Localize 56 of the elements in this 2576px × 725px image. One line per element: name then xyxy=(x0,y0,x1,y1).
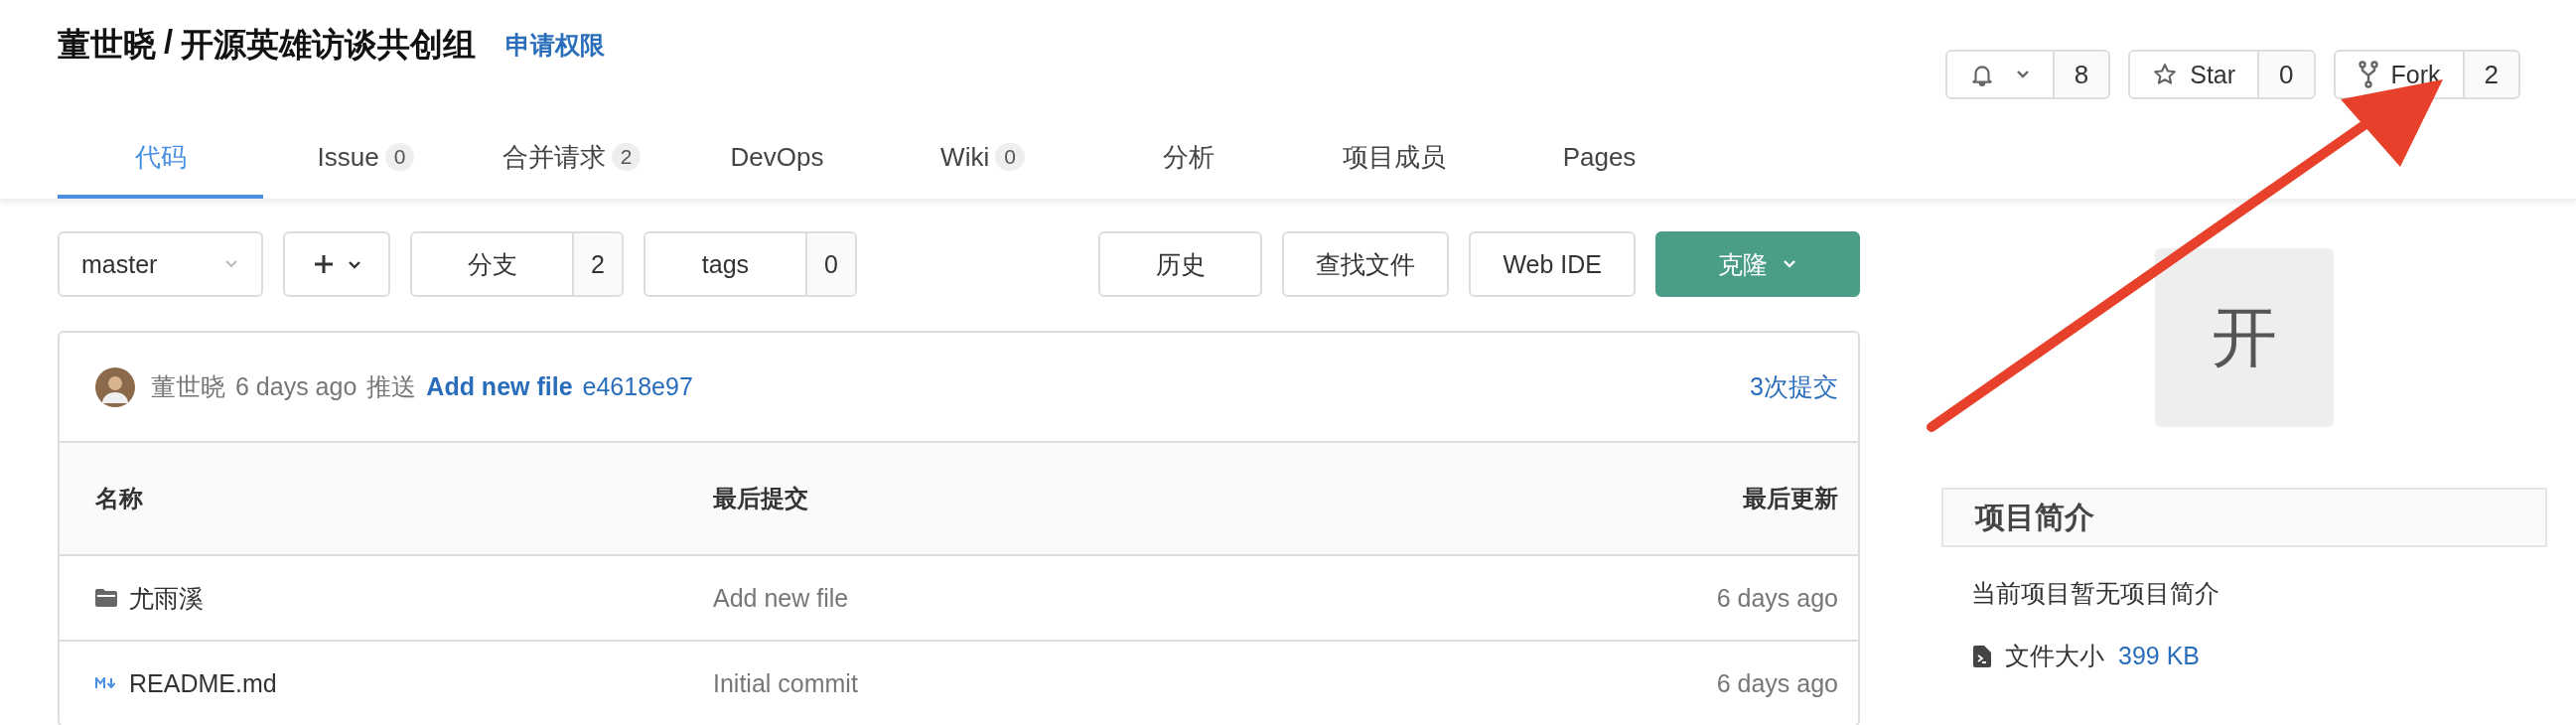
commit-author: 董世晓 xyxy=(151,371,225,402)
file-size-link[interactable]: 399 KB xyxy=(2118,642,2200,670)
commit-sha-link[interactable]: e4618e97 xyxy=(582,372,693,401)
commit-message-link[interactable]: Add new file xyxy=(713,583,1540,613)
watch-count[interactable]: 8 xyxy=(2054,52,2109,97)
nav-tab[interactable]: Pages xyxy=(1497,119,1702,199)
path-separator: / xyxy=(164,22,174,62)
fork-icon xyxy=(2357,61,2379,88)
nav-tab[interactable]: 合并请求 2 xyxy=(469,119,674,199)
file-name-link[interactable]: 尤雨溪 xyxy=(129,581,204,615)
owner-name[interactable]: 董世晓 xyxy=(58,22,156,68)
nav-tab[interactable]: 项目成员 xyxy=(1291,119,1497,199)
file-size-label: 文件大小 xyxy=(2005,641,2104,671)
project-avatar: 开 xyxy=(2155,248,2334,427)
markdown-icon xyxy=(95,677,117,689)
nav-tab[interactable]: 分析 xyxy=(1085,119,1291,199)
updated-time: 6 days ago xyxy=(1715,583,1838,613)
branches-button[interactable]: 分支 xyxy=(412,233,574,295)
file-name-link[interactable]: README.md xyxy=(129,668,277,698)
caret-icon xyxy=(223,259,239,269)
user-avatar xyxy=(95,366,135,407)
column-header: 最后提交 xyxy=(713,484,809,513)
toolbar-button[interactable]: Web IDE xyxy=(1469,231,1636,297)
file-icon xyxy=(1973,645,1991,667)
nav-tab[interactable]: DevOps xyxy=(674,119,880,199)
plus-icon xyxy=(312,252,336,276)
tags-button[interactable]: tags xyxy=(645,233,807,295)
star-button[interactable]: Star xyxy=(2130,52,2260,97)
updated-time: 6 days ago xyxy=(1715,668,1838,698)
caret-icon xyxy=(348,259,361,269)
star-count[interactable]: 0 xyxy=(2259,52,2314,97)
column-header: 最后更新 xyxy=(1742,484,1838,513)
nav-tab[interactable]: Issue 0 xyxy=(263,119,469,199)
commit-action: 推送 xyxy=(366,371,417,402)
fork-count[interactable]: 2 xyxy=(2464,52,2518,97)
branches-count: 2 xyxy=(574,233,622,295)
toolbar-button[interactable]: 历史 xyxy=(1098,231,1263,297)
request-access-link[interactable]: 申请权限 xyxy=(505,28,606,62)
watch-button[interactable] xyxy=(1946,52,2055,97)
column-header: 名称 xyxy=(95,484,144,513)
nav-tab[interactable]: Wiki 0 xyxy=(880,119,1085,199)
branch-select[interactable]: master xyxy=(58,231,263,297)
toolbar-button[interactable]: 查找文件 xyxy=(1282,231,1450,297)
add-button[interactable] xyxy=(283,231,390,297)
project-name[interactable]: 开源英雄访谈共创组 xyxy=(181,22,477,68)
commit-time: 6 days ago xyxy=(235,372,358,401)
caret-icon xyxy=(2014,70,2031,79)
star-icon xyxy=(2152,62,2179,87)
folder-icon xyxy=(95,589,117,607)
commit-count-link[interactable]: 3次提交 xyxy=(1750,370,1838,403)
commit-message-link[interactable]: Add new file xyxy=(426,372,573,401)
commit-message-link[interactable]: Initial commit xyxy=(713,668,1540,698)
project-description: 当前项目暂无项目简介 xyxy=(1971,578,2220,609)
section-heading: 项目简介 xyxy=(1941,488,2547,547)
caret-icon xyxy=(1782,259,1797,269)
tags-count: 0 xyxy=(807,233,855,295)
